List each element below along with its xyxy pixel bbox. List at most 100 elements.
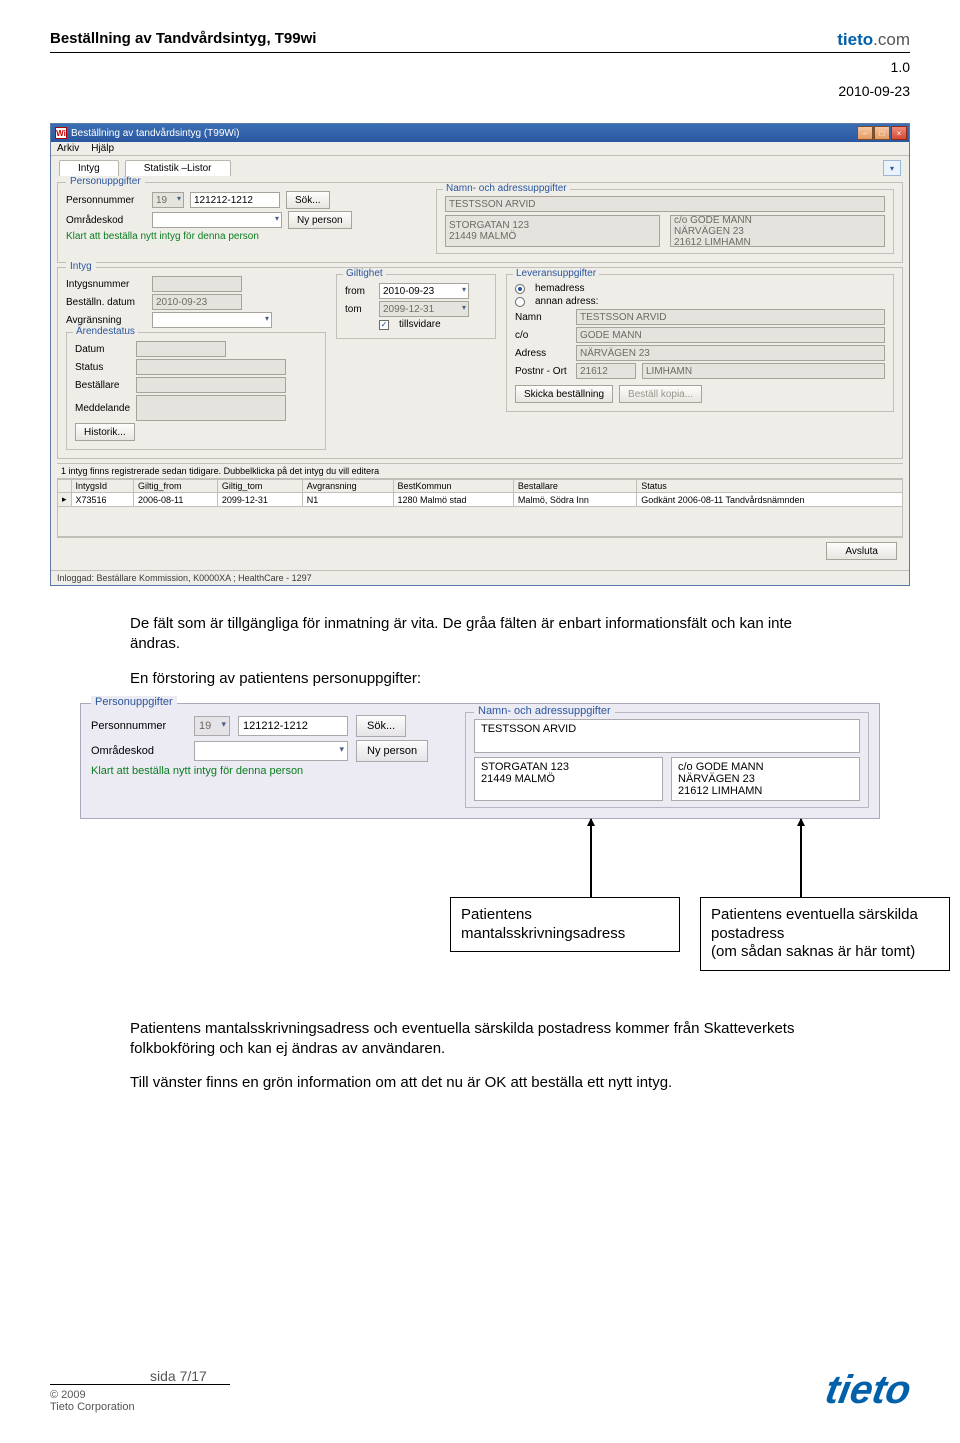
doc-version: 1.0 — [50, 59, 910, 75]
statusbar: Inloggad: Beställare Kommission, K0000XA… — [51, 570, 909, 585]
e-lbl-pnr: Personnummer — [91, 720, 186, 732]
e-btn-ny[interactable]: Ny person — [356, 740, 428, 762]
lbl-lev-namn: Namn — [515, 312, 570, 323]
titlebar: Wi Beställning av tandvårdsintyg (T99Wi)… — [51, 124, 909, 142]
fld-lev-ort: LIMHAMN — [642, 363, 885, 379]
e-fld-century[interactable]: 19 — [194, 716, 230, 736]
chk-tillsvidare[interactable]: ✓ — [379, 320, 389, 330]
e-fld-pnr[interactable]: 121212-1212 — [238, 716, 348, 736]
legend-gilt: Giltighet — [343, 268, 386, 279]
e-a1l2: 21449 MALMÖ — [481, 773, 656, 785]
lbl-avgr: Avgränsning — [66, 315, 146, 326]
addr2-l1: c/o GODE MANN — [674, 215, 752, 226]
fld-pnr[interactable]: 121212-1212 — [190, 192, 280, 208]
e-lbl-omr: Områdeskod — [91, 745, 186, 757]
radio-hemadress[interactable] — [515, 284, 525, 294]
callout-left: Patientens mantalsskrivningsadress — [450, 897, 680, 953]
lbl-omradeskod: Områdeskod — [66, 215, 146, 226]
footer-logo: tieto — [822, 1368, 914, 1413]
fld-intygsnr — [152, 276, 242, 292]
fld-lev-co: GODE MANN — [576, 327, 885, 343]
menu-hjalp[interactable]: Hjälp — [91, 143, 114, 154]
enlarge-personuppgifter: Personuppgifter Personnummer 19 121212-1… — [80, 703, 880, 819]
fld-century[interactable]: 19 — [152, 192, 184, 208]
grid-row[interactable]: ▸ X73516 2006-08-11 2099-12-31 N1 1280 M… — [58, 493, 903, 507]
tab-overflow-icon[interactable]: ▾ — [883, 160, 901, 176]
lbl-tillsvidare: tillsvidare — [399, 319, 441, 330]
fld-tom: 2099-12-31 — [379, 301, 469, 317]
callout-right-l2: (om sådan saknas är här tomt) — [711, 943, 939, 962]
btn-ny-person[interactable]: Ny person — [288, 211, 352, 229]
btn-historik[interactable]: Historik... — [75, 423, 135, 441]
grid-intyg[interactable]: IntygsId Giltig_from Giltig_tom Avgransn… — [57, 479, 903, 507]
lbl-lev-co: c/o — [515, 330, 570, 341]
legend-addr: Namn- och adressuppgifter — [443, 183, 570, 194]
addr1-l2: 21449 MALMÖ — [449, 231, 516, 242]
enlarge-legend: Personuppgifter — [91, 696, 177, 708]
e-fld-omr[interactable] — [194, 741, 348, 761]
group-arendestatus: Ärendestatus Datum Status Beställare Med… — [66, 332, 326, 450]
lbl-bestdatum: Beställn. datum — [66, 297, 146, 308]
lbl-intygsnr: Intygsnummer — [66, 279, 146, 290]
fld-lev-namn: TESTSSON ARVID — [576, 309, 885, 325]
th-0: IntygsId — [71, 480, 133, 493]
footer-copyright: © 2009 — [50, 1389, 230, 1401]
addr1-l1: STORGATAN 123 — [449, 220, 529, 231]
addr2-l3: 21612 LIMHAMN — [674, 237, 751, 248]
td-0: X73516 — [71, 493, 133, 507]
td-3: N1 — [302, 493, 393, 507]
group-leverans: Leveransuppgifter hemadress annan adress… — [506, 274, 894, 412]
fld-bestdatum: 2010-09-23 — [152, 294, 242, 310]
menu-arkiv[interactable]: Arkiv — [57, 143, 79, 154]
grid-hint: 1 intyg finns registrerade sedan tidigar… — [57, 463, 903, 479]
row-marker-icon: ▸ — [58, 493, 72, 507]
e-status: Klart att beställa nytt intyg för denna … — [91, 765, 303, 777]
doc-title: Beställning av Tandvårdsintyg, T99wi — [50, 30, 316, 47]
group-intyg: Intyg Intygsnummer Beställn. datum2010-0… — [57, 267, 903, 459]
arrow-right — [800, 819, 802, 897]
fld-datum — [136, 341, 226, 357]
maximize-button[interactable]: □ — [874, 126, 890, 140]
lbl-medd: Meddelande — [75, 403, 130, 414]
fld-lev-adress: NÄRVÄGEN 23 — [576, 345, 885, 361]
e-addr1: STORGATAN 123 21449 MALMÖ — [474, 757, 663, 801]
doc-meta: 1.0 2010-09-23 — [50, 59, 910, 99]
btn-sok[interactable]: Sök... — [286, 191, 330, 209]
lbl-tom: tom — [345, 304, 373, 315]
th-4: BestKommun — [393, 480, 513, 493]
td-1: 2006-08-11 — [134, 493, 218, 507]
fld-bestallare — [136, 377, 286, 393]
fld-avgr[interactable] — [152, 312, 272, 328]
group-giltighet: Giltighet from2010-09-23 tom2099-12-31 ✓… — [336, 274, 496, 339]
lbl-datum: Datum — [75, 344, 130, 355]
callout-right-l1: Patientens eventuella särskilda postadre… — [711, 906, 939, 944]
body-text-2: Patientens mantalsskrivningsadress och e… — [130, 1019, 830, 1094]
td-5: Malmö, Södra Inn — [513, 493, 636, 507]
e-btn-sok[interactable]: Sök... — [356, 715, 406, 737]
footer-button-bar: Avsluta — [57, 537, 903, 564]
tab-statistik[interactable]: Statistik –Listor — [125, 160, 231, 176]
lbl-status: Status — [75, 362, 130, 373]
fld-lev-postnr: 21612 — [576, 363, 636, 379]
btn-skicka[interactable]: Skicka beställning — [515, 385, 613, 403]
fld-omradeskod[interactable] — [152, 212, 282, 228]
minimize-button[interactable]: – — [857, 126, 873, 140]
lbl-annan: annan adress: — [535, 296, 598, 307]
body-text-1: De fält som är tillgängliga för inmatnin… — [130, 614, 830, 689]
btn-avsluta[interactable]: Avsluta — [826, 542, 897, 560]
close-button[interactable]: × — [891, 126, 907, 140]
para-1: De fält som är tillgängliga för inmatnin… — [130, 614, 830, 655]
td-2: 2099-12-31 — [217, 493, 302, 507]
legend-lev: Leveransuppgifter — [513, 268, 599, 279]
radio-annan[interactable] — [515, 297, 525, 307]
th-3: Avgransning — [302, 480, 393, 493]
addr2-l2: NÄRVÄGEN 23 — [674, 226, 744, 237]
lbl-from: from — [345, 286, 373, 297]
td-6: Godkänt 2006-08-11 Tandvårdsnämnden — [637, 493, 903, 507]
e-a1l1: STORGATAN 123 — [481, 761, 656, 773]
fld-from[interactable]: 2010-09-23 — [379, 283, 469, 299]
doc-date: 2010-09-23 — [50, 83, 910, 99]
footer-corp: Tieto Corporation — [50, 1401, 230, 1413]
tab-intyg[interactable]: Intyg — [59, 160, 119, 176]
fld-medd — [136, 395, 286, 421]
